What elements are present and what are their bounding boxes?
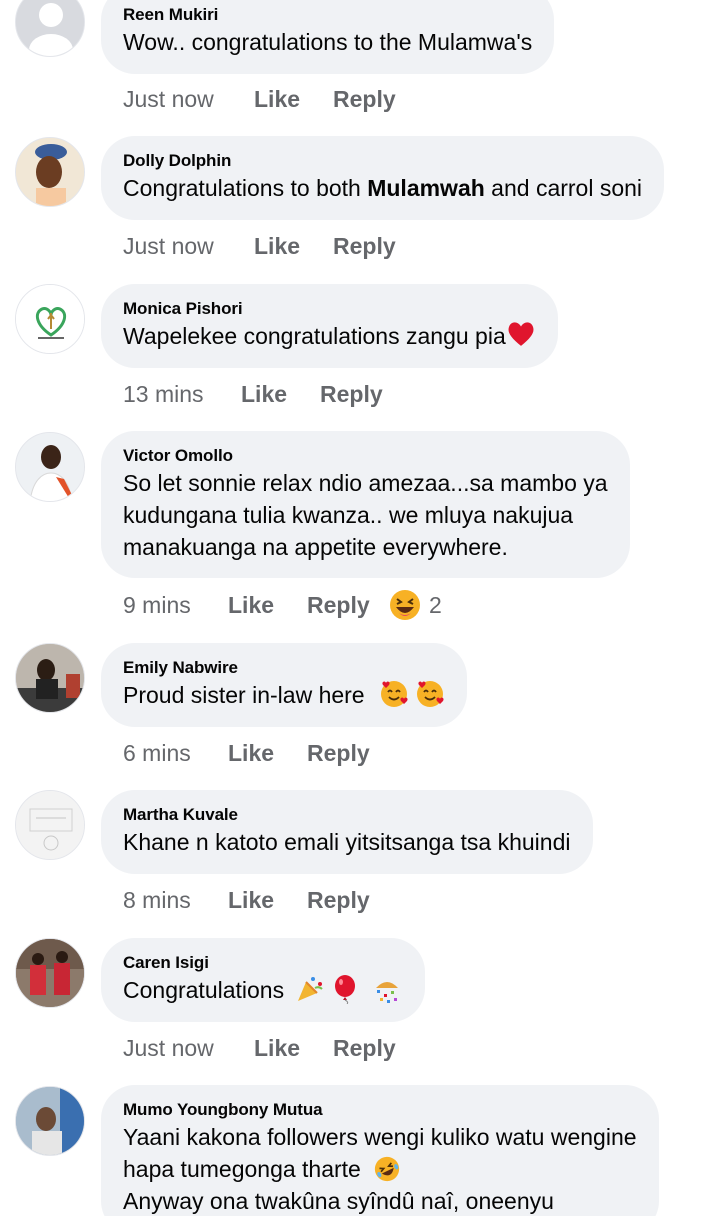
avatar[interactable] [15,790,85,860]
commenter-name[interactable]: Reen Mukiri [123,4,532,26]
comment-time[interactable]: 9 mins [123,592,228,619]
like-button[interactable]: Like [241,381,320,408]
commenter-name[interactable]: Mumo Youngbony Mutua [123,1099,637,1121]
commenter-name[interactable]: Emily Nabwire [123,657,445,679]
comment-bubble: Emily Nabwire Proud sister in-law here [101,643,468,727]
rolling-laughing-face-emoji-icon [375,1156,400,1182]
comment-text-line: kudungana tulia kwanza.. we mluya nakuju… [123,502,574,528]
comment-actions: Just now Like Reply [123,230,396,262]
comment-text-line: manakuanga na appetite everywhere. [123,534,508,560]
like-button[interactable]: Like [228,592,307,619]
reply-button[interactable]: Reply [307,887,370,914]
reply-button[interactable]: Reply [307,740,370,767]
comment-time[interactable]: Just now [123,1035,254,1062]
commenter-name[interactable]: Dolly Dolphin [123,150,642,172]
like-button[interactable]: Like [228,887,307,914]
profile-photo-icon [16,433,84,501]
avatar[interactable] [15,643,85,713]
avatar[interactable] [15,284,85,354]
avatar[interactable] [15,1086,85,1156]
avatar[interactable] [15,137,85,207]
reaction-summary[interactable]: 2 [387,587,442,623]
comment-actions: 8 mins Like Reply [123,884,370,916]
mentioned-name[interactable]: Mulamwah [367,175,485,201]
like-button[interactable]: Like [254,233,333,260]
comment-text: Wapelekee congratulations zangu pia [123,320,536,352]
comment-text-part: Congratulations [123,977,285,1003]
like-button[interactable]: Like [228,740,307,767]
comment-time[interactable]: Just now [123,233,254,260]
comment-bubble: Dolly Dolphin Congratulations to both Mu… [101,136,665,220]
smiling-face-with-hearts-emoji-icon [381,681,408,707]
comment-actions: 6 mins Like Reply [123,737,370,769]
avatar[interactable] [15,938,85,1008]
party-popper-emoji-icon [297,977,323,1001]
profile-photo-icon [16,138,84,206]
comment-text: Wow.. congratulations to the Mulamwa's [123,29,533,55]
comment-time[interactable]: 8 mins [123,887,228,914]
comment-time[interactable]: Just now [123,86,254,113]
profile-photo-icon [16,1087,84,1155]
smiling-face-with-hearts-emoji-icon [417,681,444,707]
comment-bubble: Caren Isigi Congratulations [101,938,426,1022]
like-button[interactable]: Like [254,1035,333,1062]
comment-time[interactable]: 13 mins [123,381,241,408]
comment-text-line: hapa tumegonga tharte [123,1153,637,1185]
logo-avatar-icon [16,285,84,353]
commenter-name[interactable]: Martha Kuvale [123,804,571,826]
reply-button[interactable]: Reply [333,1035,396,1062]
comment-text-part: hapa tumegonga tharte [123,1156,361,1182]
red-heart-emoji-icon [508,322,534,346]
commenter-name[interactable]: Victor Omollo [123,445,608,467]
comment-text-part: Proud sister in-law here [123,682,365,708]
reaction-count: 2 [429,591,442,618]
comment-text: Congratulations to both Mulamwah and car… [123,172,642,204]
profile-photo-icon [16,644,84,712]
comment-bubble: Mumo Youngbony Mutua Yaani kakona follow… [101,1085,659,1216]
like-button[interactable]: Like [254,86,333,113]
comment-actions: 9 mins Like Reply 2 [123,587,442,623]
comment-bubble: Reen Mukiri Wow.. congratulations to the… [101,0,555,74]
reply-button[interactable]: Reply [320,381,383,408]
laughing-face-icon [388,588,422,622]
reply-button[interactable]: Reply [307,592,387,619]
avatar[interactable] [15,0,85,57]
default-avatar-icon [16,0,84,56]
comment-text-part: and carrol soni [484,175,643,201]
comment-actions: Just now Like Reply [123,1032,396,1064]
comment-actions: 13 mins Like Reply [123,378,383,410]
comment-text-line: Anyway ona twakûna syîndû naî, oneenyu [123,1188,554,1214]
comment-text: Khane n katoto emali yitsitsanga tsa khu… [123,829,571,855]
comment-bubble: Monica Pishori Wapelekee congratulations… [101,284,558,368]
comment-text: Congratulations [123,974,403,1006]
reply-button[interactable]: Reply [333,86,396,113]
comment-bubble: Martha Kuvale Khane n katoto emali yitsi… [101,790,593,874]
commenter-name[interactable]: Caren Isigi [123,952,403,974]
comment-text-line: Yaani kakona followers wengi kuliko watu… [123,1124,637,1150]
comment-text: Proud sister in-law here [123,679,445,711]
comment-bubble: Victor Omollo So let sonnie relax ndio a… [101,431,630,578]
comment-actions: Just now Like Reply [123,83,396,115]
reply-button[interactable]: Reply [333,233,396,260]
comment-time[interactable]: 6 mins [123,740,228,767]
avatar[interactable] [15,432,85,502]
confetti-emoji-icon [376,982,399,1003]
comment-text-part: Congratulations to both [123,175,368,201]
comment-text-line: So let sonnie relax ndio amezaa...sa mam… [123,470,608,496]
commenter-name[interactable]: Monica Pishori [123,298,536,320]
balloon-emoji-icon [334,975,355,1004]
profile-photo-icon [16,791,84,859]
comment-text-part: Wapelekee congratulations zangu pia [123,323,506,349]
profile-photo-icon [16,939,84,1007]
